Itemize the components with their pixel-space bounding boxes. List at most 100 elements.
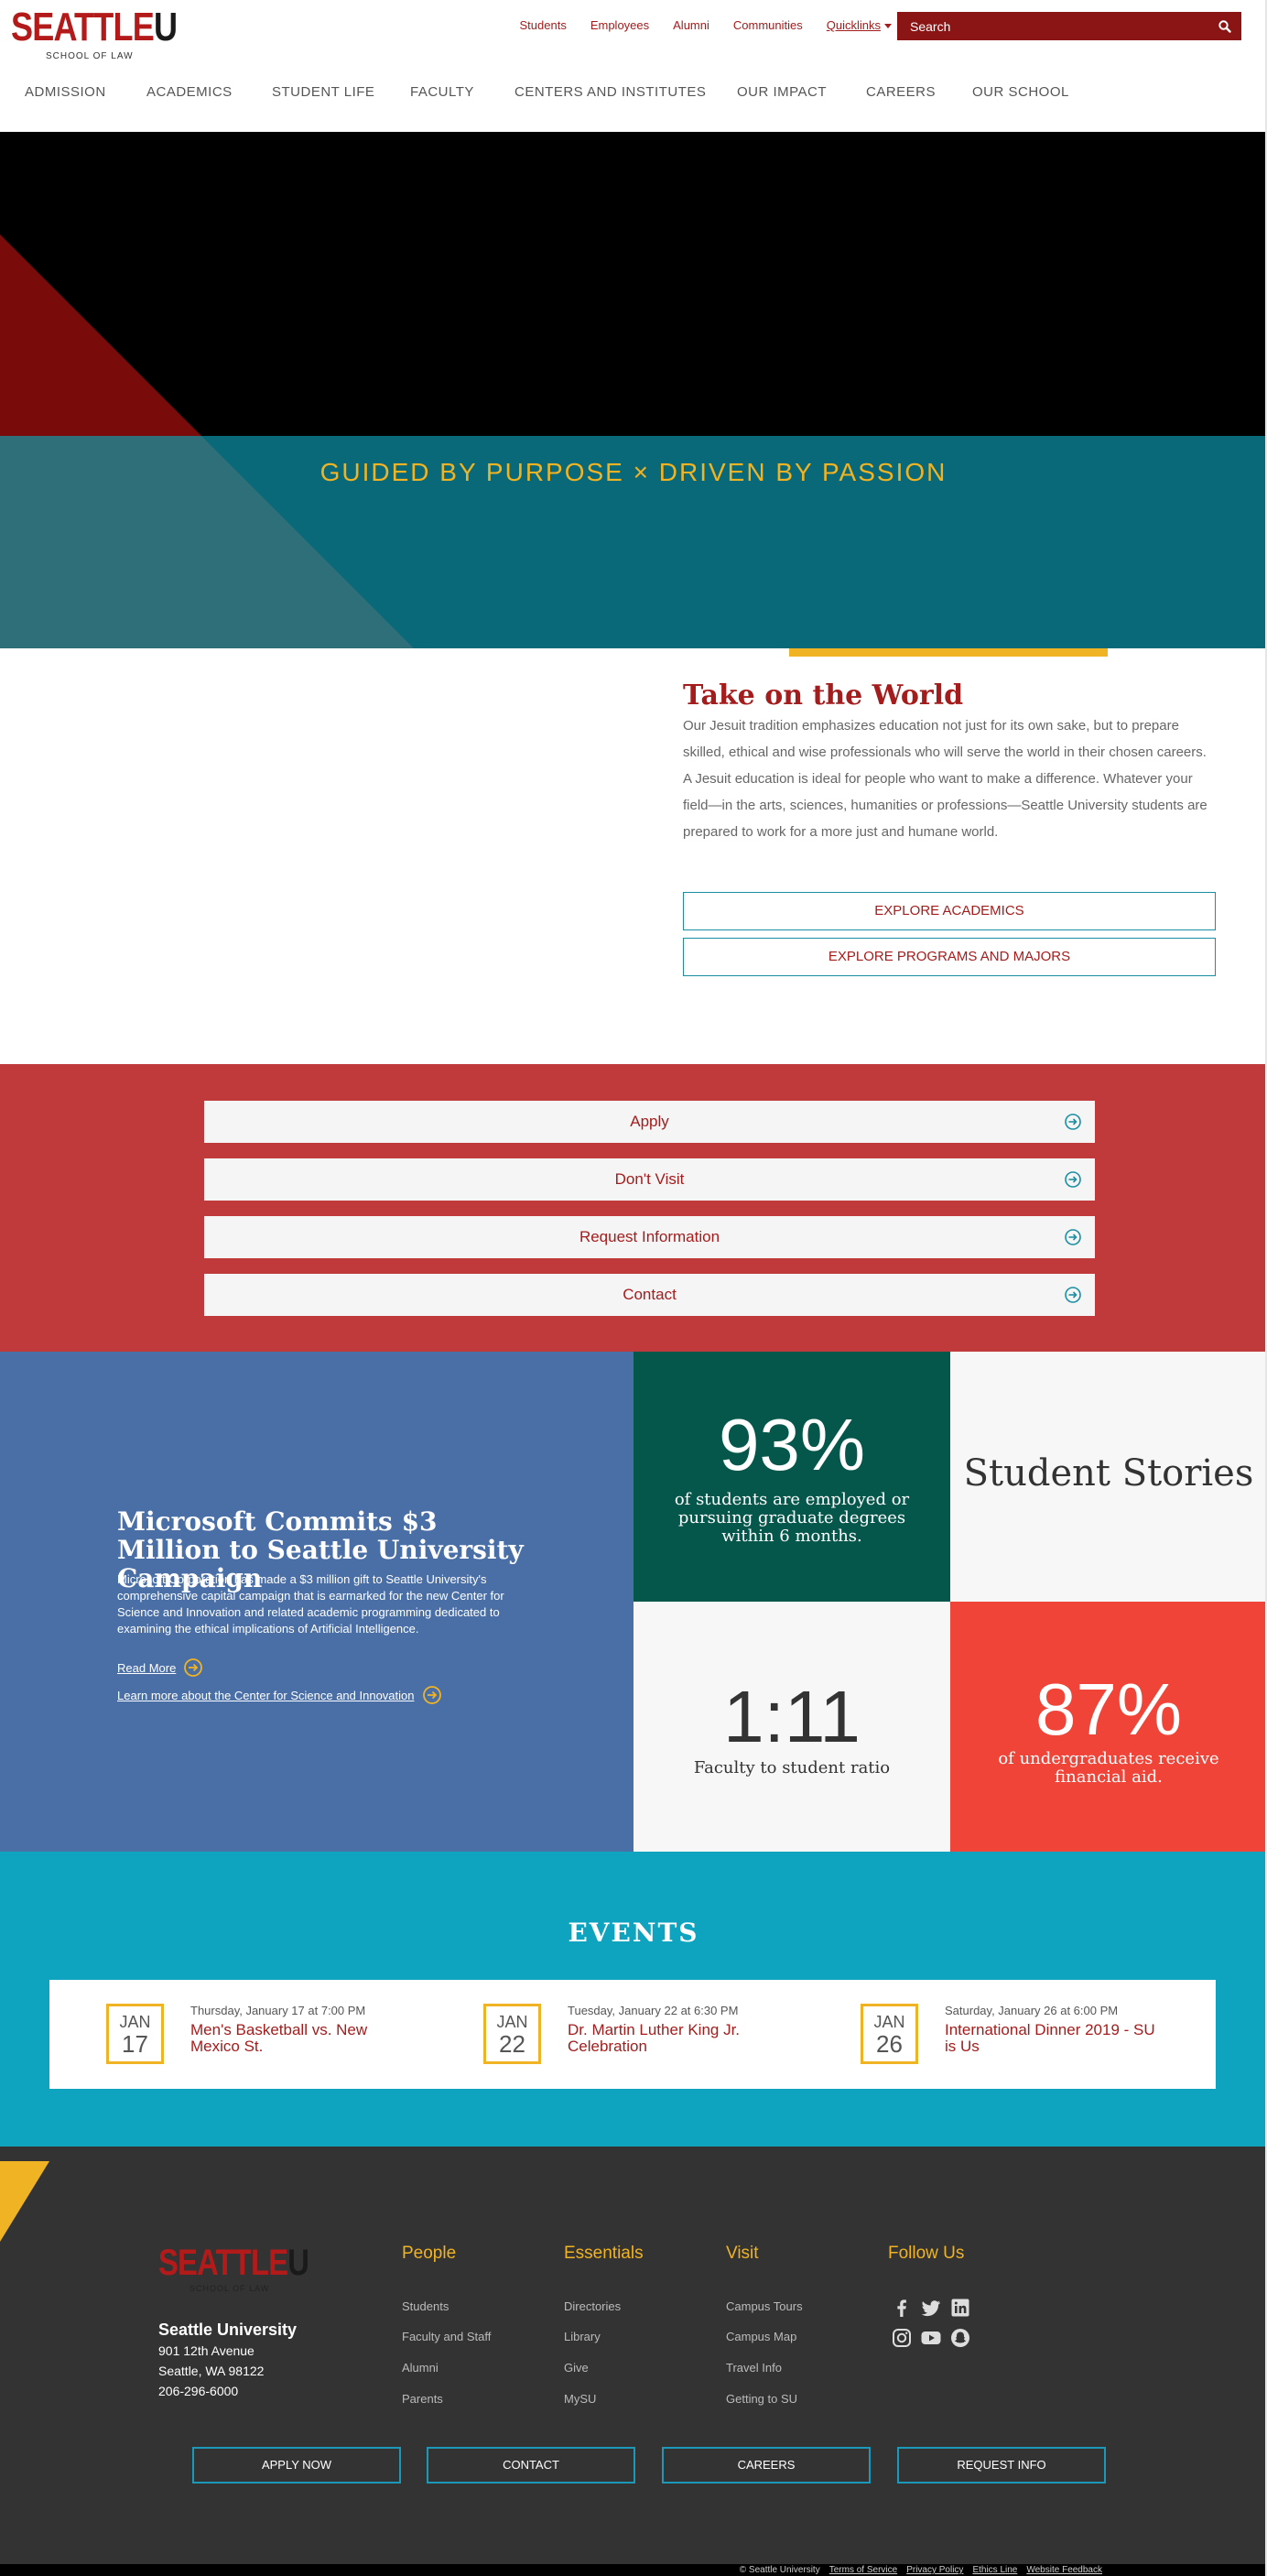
nav-item-centers-and-institutes[interactable]: CENTERS AND INSTITUTES bbox=[514, 84, 706, 100]
event-item[interactable]: JAN 17 Thursday, January 17 at 7:00 PM M… bbox=[106, 2004, 454, 2064]
read-more-link[interactable]: Read More bbox=[117, 1658, 203, 1678]
linkedin-icon[interactable] bbox=[950, 2298, 970, 2318]
terms-of-service-link[interactable]: Terms of Service bbox=[829, 2564, 897, 2576]
intro-title: Take on the World bbox=[683, 679, 964, 712]
footer-link-campus-map[interactable]: Campus Map bbox=[726, 2330, 796, 2343]
event-item[interactable]: JAN 26 Saturday, January 26 at 6:00 PM I… bbox=[861, 2004, 1208, 2064]
request-information-button[interactable]: Request Information bbox=[204, 1216, 1095, 1258]
event-day: 17 bbox=[122, 2030, 148, 2058]
nav-item-academics[interactable]: ACADEMICS bbox=[146, 84, 233, 100]
event-name[interactable]: International Dinner 2019 - SU is Us bbox=[945, 2022, 1155, 2055]
stat-ratio-text: Faculty to student ratio bbox=[693, 1758, 891, 1777]
student-stories-tile[interactable]: Student Stories bbox=[950, 1352, 1267, 1602]
footer-logo-letter: U bbox=[287, 2243, 309, 2283]
youtube-icon[interactable] bbox=[921, 2328, 941, 2348]
arrow-circle-icon bbox=[1065, 1287, 1081, 1303]
facebook-icon[interactable] bbox=[892, 2298, 912, 2318]
logo-subtitle: SCHOOL OF LAW bbox=[46, 51, 134, 61]
util-link-alumni[interactable]: Alumni bbox=[673, 18, 709, 32]
event-name[interactable]: Men's Basketball vs. New Mexico St. bbox=[190, 2022, 401, 2055]
footer-logo-word: SEATTLE bbox=[158, 2243, 288, 2283]
snapchat-icon[interactable] bbox=[950, 2328, 970, 2348]
arrow-circle-icon bbox=[1065, 1171, 1081, 1188]
events-section: EVENTS JAN 17 Thursday, January 17 at 7:… bbox=[0, 1852, 1267, 2147]
apply-button[interactable]: Apply bbox=[204, 1101, 1095, 1143]
footer-link-campus-tours[interactable]: Campus Tours bbox=[726, 2299, 803, 2313]
ethics-line-link[interactable]: Ethics Line bbox=[972, 2564, 1017, 2576]
legal-links: © Seattle University Terms of Service Pr… bbox=[740, 2564, 1102, 2576]
intro-body: Our Jesuit tradition emphasizes educatio… bbox=[683, 718, 1207, 840]
student-stories-label: Student Stories bbox=[963, 1452, 1254, 1495]
util-link-communities[interactable]: Communities bbox=[733, 18, 803, 32]
quicklinks-label: Quicklinks bbox=[826, 18, 881, 32]
footer-link-parents[interactable]: Parents bbox=[402, 2392, 443, 2406]
seattle-u-logo[interactable]: SEATTLEU SCHOOL OF LAW bbox=[11, 5, 178, 64]
footer-link-getting-to-su[interactable]: Getting to SU bbox=[726, 2392, 797, 2406]
nav-item-student-life[interactable]: STUDENT LIFE bbox=[272, 84, 374, 100]
logo-word: SEATTLE bbox=[11, 5, 155, 49]
request-information-label: Request Information bbox=[579, 1228, 720, 1245]
footer-logo[interactable]: SEATTLEU SCHOOL OF LAW bbox=[158, 2243, 314, 2293]
quicklinks-dropdown[interactable]: Quicklinks bbox=[827, 18, 892, 32]
footer-link-give[interactable]: Give bbox=[564, 2361, 589, 2375]
explore-academics-button[interactable]: EXPLORE ACADEMICS bbox=[683, 892, 1216, 930]
event-date: JAN 26 bbox=[861, 2004, 918, 2064]
website-feedback-link[interactable]: Website Feedback bbox=[1026, 2564, 1102, 2576]
footer-link-students[interactable]: Students bbox=[402, 2299, 449, 2313]
hero-decorative-shapes bbox=[0, 234, 414, 648]
arrow-circle-icon bbox=[1065, 1114, 1081, 1130]
footer-heading-visit: Visit bbox=[726, 2244, 759, 2263]
event-month: JAN bbox=[496, 2013, 528, 2031]
hero-tagline: GUIDED BY PURPOSE × DRIVEN BY PASSION bbox=[319, 458, 948, 486]
learn-more-link[interactable]: Learn more about the Center for Science … bbox=[117, 1685, 442, 1705]
read-more-label: Read More bbox=[117, 1660, 177, 1675]
utility-links: Students Employees Alumni Communities Qu… bbox=[520, 18, 892, 32]
apply-label: Apply bbox=[630, 1113, 669, 1130]
learn-more-label: Learn more about the Center for Science … bbox=[117, 1688, 415, 1702]
main-column: SEATTLEU SCHOOL OF LAW Students Employee… bbox=[0, 0, 1267, 2576]
twitter-icon[interactable] bbox=[921, 2298, 941, 2318]
event-name[interactable]: Dr. Martin Luther King Jr. Celebration bbox=[568, 2022, 778, 2055]
footer-link-directories[interactable]: Directories bbox=[564, 2299, 621, 2313]
footer-contact-button[interactable]: CONTACT bbox=[427, 2447, 635, 2484]
stat-aid-value: 87% bbox=[1034, 1668, 1183, 1750]
apply-now-button[interactable]: APPLY NOW bbox=[192, 2447, 401, 2484]
nav-item-faculty[interactable]: FACULTY bbox=[410, 84, 474, 100]
privacy-policy-link[interactable]: Privacy Policy bbox=[906, 2564, 963, 2576]
dont-visit-button[interactable]: Don't Visit bbox=[204, 1158, 1095, 1201]
search-icon[interactable] bbox=[1218, 19, 1232, 34]
event-time: Tuesday, January 22 at 6:30 PM bbox=[568, 2004, 739, 2017]
footer-link-faculty-staff[interactable]: Faculty and Staff bbox=[402, 2330, 491, 2343]
explore-programs-button[interactable]: EXPLORE PROGRAMS AND MAJORS bbox=[683, 938, 1216, 976]
stat-aid-text: of undergraduates receive financial aid. bbox=[998, 1749, 1219, 1787]
events-title: EVENTS bbox=[568, 1918, 699, 1948]
search-input[interactable] bbox=[897, 12, 1199, 40]
footer-link-alumni[interactable]: Alumni bbox=[402, 2361, 439, 2375]
stat-aid-tile: 87% of undergraduates receive financial … bbox=[950, 1602, 1267, 1852]
nav-item-admission[interactable]: ADMISSION bbox=[25, 84, 106, 100]
footer-careers-button[interactable]: CAREERS bbox=[662, 2447, 871, 2484]
footer-decorative-shape bbox=[0, 2161, 49, 2242]
stat-ratio-tile: 1:11 Faculty to student ratio bbox=[634, 1602, 950, 1852]
footer-logo-subtitle: SCHOOL OF LAW bbox=[190, 2284, 270, 2293]
footer-link-mysu[interactable]: MySU bbox=[564, 2392, 596, 2406]
event-time: Thursday, January 17 at 7:00 PM bbox=[190, 2004, 366, 2017]
event-date: JAN 17 bbox=[106, 2004, 164, 2064]
footer-link-travel-info[interactable]: Travel Info bbox=[726, 2361, 782, 2375]
request-info-button[interactable]: REQUEST INFO bbox=[897, 2447, 1106, 2484]
footer-org-name: Seattle University bbox=[158, 2321, 298, 2339]
event-item[interactable]: JAN 22 Tuesday, January 22 at 6:30 PM Dr… bbox=[483, 2004, 831, 2064]
logo-wordmark: SEATTLEU bbox=[11, 5, 178, 49]
event-month: JAN bbox=[873, 2013, 905, 2031]
instagram-icon[interactable] bbox=[892, 2328, 912, 2348]
nav-item-our-school[interactable]: OUR SCHOOL bbox=[972, 84, 1069, 100]
main-nav: ADMISSION ACADEMICS STUDENT LIFE FACULTY… bbox=[0, 84, 1267, 108]
nav-item-careers[interactable]: CAREERS bbox=[866, 84, 936, 100]
util-link-students[interactable]: Students bbox=[520, 18, 567, 32]
util-link-employees[interactable]: Employees bbox=[590, 18, 649, 32]
nav-item-our-impact[interactable]: OUR IMPACT bbox=[737, 84, 827, 100]
contact-button[interactable]: Contact bbox=[204, 1274, 1095, 1316]
stat-employed-tile: 93% of students are employed or pursuing… bbox=[634, 1352, 950, 1602]
footer-link-library[interactable]: Library bbox=[564, 2330, 601, 2343]
footer-phone: 206-296-6000 bbox=[158, 2384, 239, 2398]
